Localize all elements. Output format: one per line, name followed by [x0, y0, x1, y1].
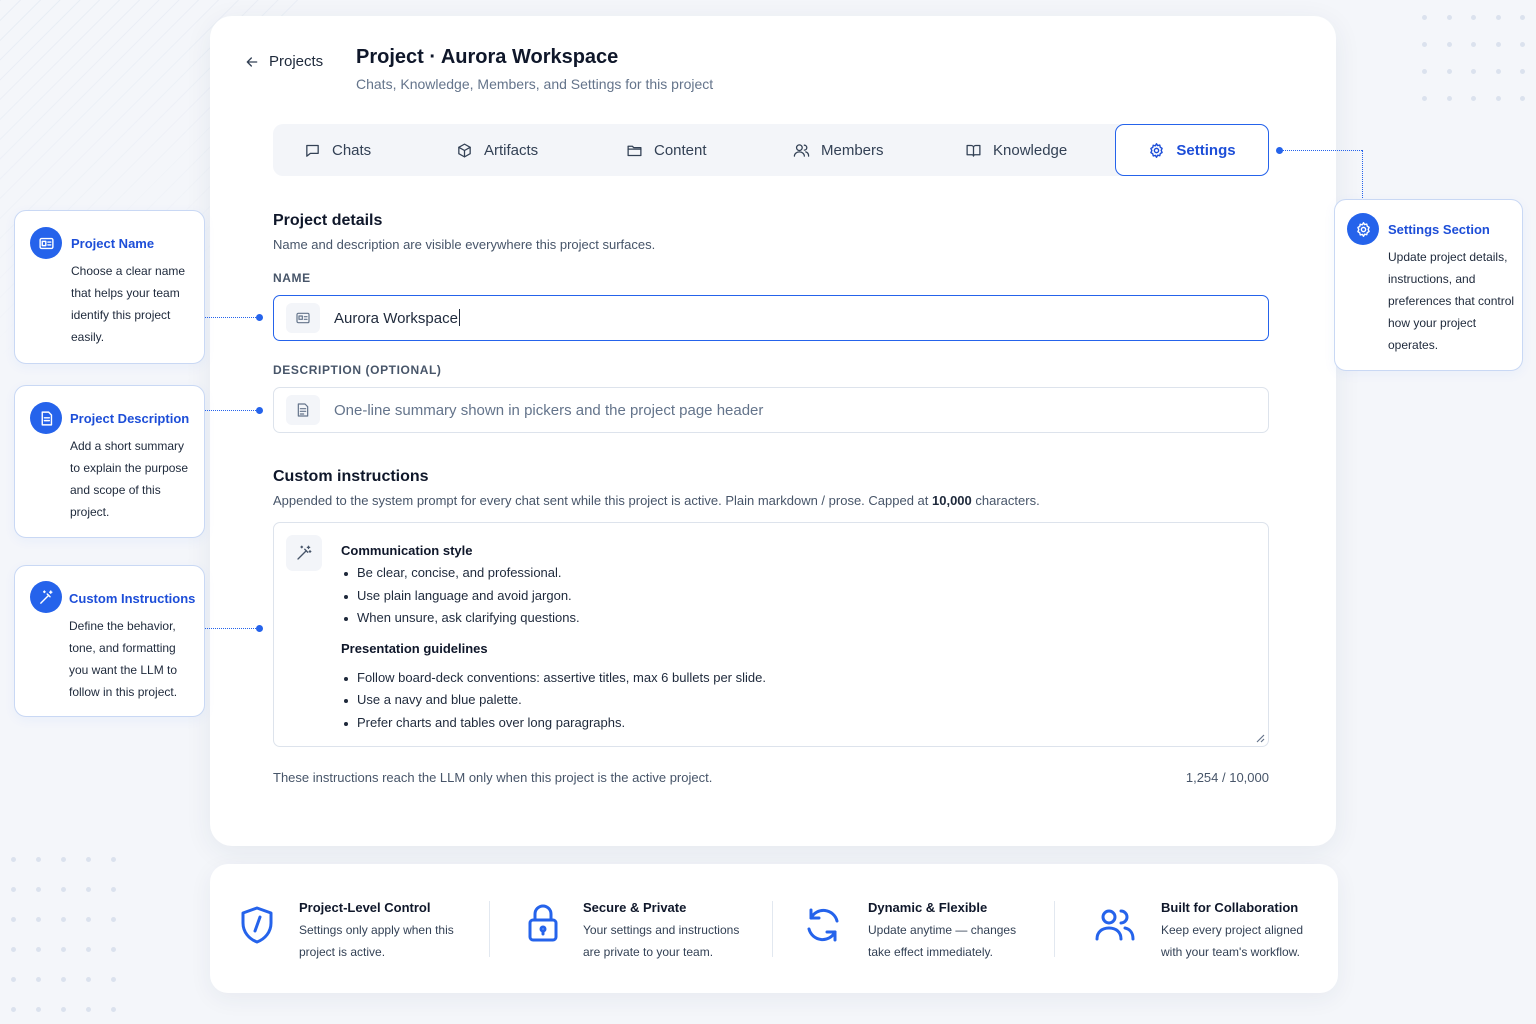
feature-description: Update anytime — changes take effect imm… — [868, 923, 1017, 959]
tab-label: Settings — [1176, 141, 1236, 159]
id-card-icon — [286, 303, 320, 333]
callout-body: Update project details, instructions, an… — [1388, 250, 1515, 352]
magic-wand-icon — [30, 581, 62, 613]
list-item: When unsure, ask clarifying questions. — [341, 607, 1248, 630]
instructions-heading: Presentation guidelines — [341, 640, 488, 656]
instructions-heading: Communication style — [341, 543, 473, 558]
callout-title: Project Name — [71, 236, 155, 251]
callout-body: Choose a clear name that helps your team… — [71, 264, 186, 344]
callout-title: Custom Instructions — [69, 591, 196, 606]
tab-content[interactable]: Content — [626, 124, 707, 176]
callout-custom-instructions: Custom Instructions Define the behavior,… — [14, 565, 205, 717]
document-icon — [30, 402, 62, 434]
feature-title: Project-Level Control — [299, 900, 431, 915]
tab-label: Artifacts — [484, 141, 539, 159]
chat-icon — [306, 144, 319, 157]
tab-label: Knowledge — [993, 141, 1068, 159]
project-details-title: Project details — [273, 212, 383, 229]
project-description-input[interactable]: One-line summary shown in pickers and th… — [273, 387, 1269, 433]
feature-dynamic-flexible: Dynamic & Flexible Update anytime — chan… — [772, 864, 1054, 993]
gear-icon — [1347, 213, 1379, 245]
feature-title: Built for Collaboration — [1161, 900, 1299, 915]
instructions-list: Follow board-deck conventions: assertive… — [341, 667, 1248, 735]
back-to-projects-link[interactable]: Projects — [244, 53, 323, 70]
id-card-icon — [30, 227, 62, 259]
tab-artifacts[interactable]: Artifacts — [456, 124, 538, 176]
feature-description: Settings only apply when this project is… — [299, 923, 454, 959]
resize-handle-icon[interactable] — [1255, 733, 1265, 743]
document-icon — [286, 395, 320, 425]
instructions-content: Communication style Be clear, concise, a… — [341, 540, 1248, 734]
page-subtitle: Chats, Knowledge, Members, and Settings … — [356, 76, 714, 92]
list-item: Be clear, concise, and professional. — [341, 562, 1248, 585]
shield-icon — [236, 904, 278, 946]
list-item: Follow board-deck conventions: assertive… — [341, 667, 1248, 690]
connector-line — [205, 628, 258, 629]
tab-members[interactable]: Members — [793, 124, 884, 176]
instructions-footnote: These instructions reach the LLM only wh… — [273, 770, 713, 785]
feature-built-for-collaboration: Built for Collaboration Keep every proje… — [1054, 864, 1338, 993]
page-title: Project · Aurora Workspace — [356, 46, 619, 68]
cube-icon — [458, 142, 471, 158]
project-name-input[interactable]: Aurora Workspace — [273, 295, 1269, 341]
character-counter: 1,254 / 10,000 — [1185, 770, 1269, 785]
tab-chats[interactable]: Chats — [304, 124, 371, 176]
name-field-label: NAME — [273, 271, 311, 285]
lock-icon — [522, 902, 564, 944]
team-icon — [1094, 904, 1136, 946]
connector-line — [1283, 150, 1362, 151]
dot-grid-decoration — [11, 857, 116, 1012]
callout-project-name: Project Name Choose a clear name that he… — [14, 210, 205, 364]
callout-title: Project Description — [70, 411, 190, 426]
users-icon — [793, 143, 810, 157]
tab-settings[interactable]: Settings — [1115, 124, 1269, 176]
tab-label: Chats — [332, 141, 372, 159]
project-details-description: Name and description are visible everywh… — [273, 237, 656, 252]
callout-title: Settings Section — [1388, 222, 1490, 237]
description-placeholder: One-line summary shown in pickers and th… — [334, 401, 764, 419]
dot-grid-decoration — [1422, 15, 1525, 101]
arrow-left-icon — [246, 56, 258, 67]
feature-project-level-control: Project-Level Control Settings only appl… — [210, 864, 490, 993]
custom-instructions-description: Appended to the system prompt for every … — [273, 493, 1040, 508]
callout-body: Add a short summary to explain the purpo… — [70, 439, 189, 519]
callout-settings-section: Settings Section Update project details,… — [1334, 199, 1523, 371]
book-icon — [966, 144, 981, 157]
tab-label: Members — [821, 141, 884, 159]
connector-dot — [256, 625, 263, 632]
feature-description: Keep every project aligned with your tea… — [1161, 923, 1304, 959]
feature-description: Your settings and instructions are priva… — [583, 923, 740, 959]
connector-line — [1362, 150, 1363, 200]
connector-line — [205, 317, 258, 318]
back-link-label: Projects — [269, 53, 324, 70]
feature-title: Dynamic & Flexible — [868, 900, 988, 915]
refresh-icon — [802, 904, 844, 946]
gear-icon — [1150, 142, 1164, 158]
description-field-label: DESCRIPTION (OPTIONAL) — [273, 363, 442, 377]
magic-wand-icon — [286, 535, 322, 571]
feature-secure-private: Secure & Private Your settings and instr… — [490, 864, 772, 993]
instructions-list: Be clear, concise, and professional. Use… — [341, 562, 1248, 630]
custom-instructions-textarea[interactable]: Communication style Be clear, concise, a… — [273, 522, 1269, 747]
tab-label: Content — [654, 141, 707, 159]
connector-dot — [256, 314, 263, 321]
feature-title: Secure & Private — [583, 900, 687, 915]
list-item: Use a navy and blue palette. — [341, 689, 1248, 712]
connector-dot — [1276, 147, 1283, 154]
callout-body: Define the behavior, tone, and formattin… — [69, 619, 178, 699]
tab-bar: Chats Artifacts Content Members Knowledg… — [273, 124, 1269, 176]
connector-dot — [256, 407, 263, 414]
tab-knowledge[interactable]: Knowledge — [965, 124, 1067, 176]
folder-icon — [627, 145, 642, 156]
custom-instructions-title: Custom instructions — [273, 468, 429, 485]
callout-project-description: Project Description Add a short summary … — [14, 385, 205, 538]
feature-strip: Project-Level Control Settings only appl… — [210, 864, 1338, 993]
project-name-value: Aurora Workspace — [334, 309, 460, 327]
list-item: Use plain language and avoid jargon. — [341, 585, 1248, 608]
list-item: Prefer charts and tables over long parag… — [341, 712, 1248, 735]
connector-line — [205, 410, 258, 411]
